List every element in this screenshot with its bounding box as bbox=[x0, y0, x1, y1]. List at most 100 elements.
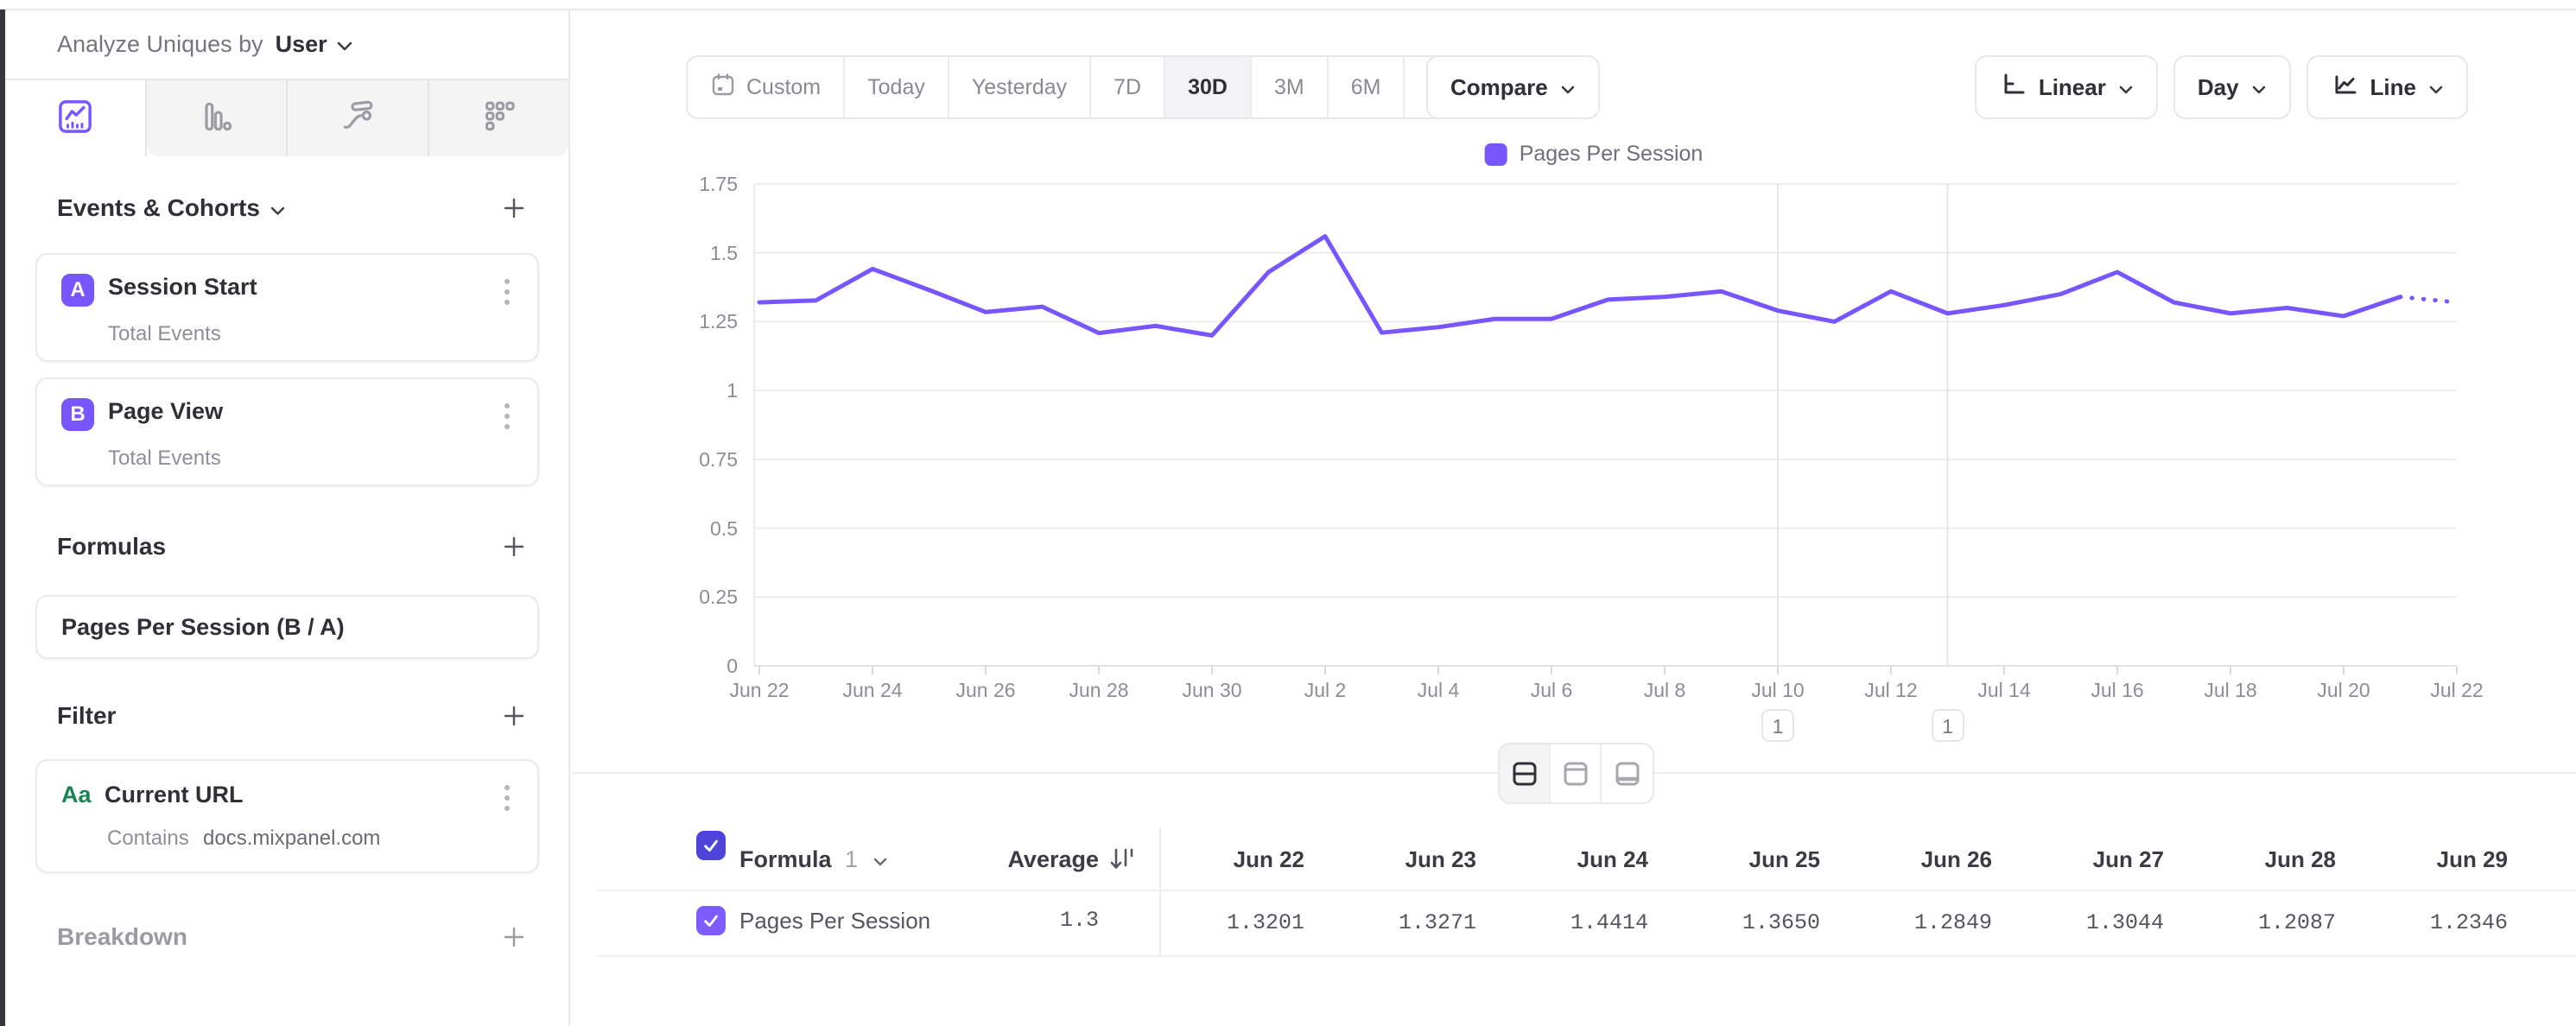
formulas-section-title: Formulas bbox=[57, 533, 166, 560]
event-letter-badge: A bbox=[61, 274, 94, 307]
x-axis-tick-label: Jul 22 bbox=[2396, 677, 2517, 703]
compare-button[interactable]: Compare bbox=[1426, 55, 1600, 119]
retention-icon bbox=[479, 98, 517, 140]
analyze-uniques-label: Analyze Uniques by bbox=[57, 31, 263, 58]
table-date-header[interactable]: Jun 23 bbox=[1338, 842, 1476, 877]
formula-header[interactable]: Formula 1 bbox=[739, 842, 887, 877]
analyze-header: Analyze Uniques by User bbox=[5, 10, 568, 80]
event-letter-badge: B bbox=[61, 398, 94, 431]
tab-insights[interactable] bbox=[5, 80, 147, 156]
event-measure[interactable]: Total Events bbox=[108, 446, 221, 471]
x-axis-tick-label: Jul 18 bbox=[2170, 677, 2291, 703]
date-range-today[interactable]: Today bbox=[845, 57, 949, 117]
y-axis-tick-label: 0.25 bbox=[636, 583, 738, 611]
scale-dropdown[interactable]: Linear bbox=[1975, 55, 2158, 119]
tab-retention[interactable] bbox=[429, 80, 569, 156]
table-date-header[interactable]: Jun 26 bbox=[1854, 842, 1992, 877]
x-axis-tick-label: Jul 4 bbox=[1378, 677, 1499, 703]
date-range-30d[interactable]: 30D bbox=[1165, 57, 1252, 117]
date-range-label: Yesterday bbox=[972, 75, 1067, 100]
event-card[interactable]: BPage ViewTotal Events bbox=[35, 377, 539, 486]
add-event-button[interactable] bbox=[501, 195, 527, 221]
formulas-section-header: Formulas bbox=[35, 529, 539, 564]
annotation-badge[interactable]: 1 bbox=[1761, 709, 1794, 742]
legend-swatch bbox=[1485, 143, 1507, 166]
interval-dropdown[interactable]: Day bbox=[2173, 55, 2291, 119]
query-builder-sidebar: Analyze Uniques by User Events & Cohorts… bbox=[5, 10, 570, 1026]
kebab-menu-icon[interactable] bbox=[501, 400, 513, 433]
filter-cards: AaCurrent URLContainsdocs.mixpanel.com bbox=[35, 759, 539, 873]
table-date-header[interactable]: Jun 25 bbox=[1682, 842, 1820, 877]
x-axis-tick-label: Jul 2 bbox=[1265, 677, 1386, 703]
breakdown-title-text: Breakdown bbox=[57, 923, 187, 951]
filter-title-text: Filter bbox=[57, 702, 116, 730]
scale-label: Linear bbox=[2039, 74, 2106, 101]
sort-icon[interactable] bbox=[1108, 846, 1138, 877]
x-axis-tick-label: Jul 14 bbox=[1944, 677, 2065, 703]
filter-operator[interactable]: Contains bbox=[107, 826, 189, 851]
chart-type-dropdown[interactable]: Line bbox=[2306, 55, 2468, 119]
date-range-yesterday[interactable]: Yesterday bbox=[949, 57, 1091, 117]
table-date-header[interactable]: Jun 28 bbox=[2198, 842, 2336, 877]
series-line-incomplete bbox=[2401, 297, 2458, 302]
series-checkbox[interactable] bbox=[696, 906, 726, 935]
filter-card[interactable]: AaCurrent URLContainsdocs.mixpanel.com bbox=[35, 759, 539, 873]
mixpanel-insights-report: Analyze Uniques by User Events & Cohorts… bbox=[0, 0, 2576, 1026]
layout-table-button[interactable] bbox=[1602, 744, 1653, 802]
table-cell-value: 1.4414 bbox=[1501, 906, 1648, 940]
sidebar-body: Events & Cohorts A Session Start Total Eve… bbox=[5, 191, 568, 954]
date-range-control: CustomTodayYesterday7D30D3M6M12M bbox=[686, 55, 1494, 119]
date-range-label: 7D bbox=[1114, 75, 1141, 100]
add-formula-button[interactable] bbox=[501, 534, 527, 560]
event-name: Session Start bbox=[108, 274, 257, 301]
date-range-custom[interactable]: Custom bbox=[688, 57, 845, 117]
events-section-title[interactable]: Events & Cohorts bbox=[57, 194, 285, 222]
add-filter-button[interactable] bbox=[501, 703, 527, 729]
date-range-6m[interactable]: 6M bbox=[1329, 57, 1405, 117]
date-range-7d[interactable]: 7D bbox=[1091, 57, 1165, 117]
series-line bbox=[759, 237, 2401, 336]
analyze-by-dropdown[interactable]: User bbox=[276, 31, 353, 58]
linear-scale-icon bbox=[1999, 71, 2027, 104]
x-axis-tick-label: Jul 8 bbox=[1604, 677, 1725, 703]
annotation-badge[interactable]: 1 bbox=[1932, 709, 1964, 742]
table-cell-value: 1.3044 bbox=[2017, 906, 2164, 940]
average-column-header[interactable]: Average bbox=[881, 842, 1099, 877]
kebab-menu-icon[interactable] bbox=[501, 782, 513, 814]
table-date-header[interactable]: Jun 22 bbox=[1166, 842, 1304, 877]
kebab-menu-icon[interactable] bbox=[501, 276, 513, 308]
chart-controls: Linear Day Line bbox=[1975, 55, 2468, 119]
event-measure[interactable]: Total Events bbox=[108, 322, 221, 346]
formulas-title-text: Formulas bbox=[57, 533, 166, 560]
x-axis-tick-label: Jul 16 bbox=[2057, 677, 2178, 703]
table-date-header[interactable]: Jun 27 bbox=[2026, 842, 2164, 877]
formula-cards: Pages Per Session (B / A) bbox=[35, 595, 539, 659]
layout-split-button[interactable] bbox=[1500, 744, 1551, 802]
chevron-down-icon bbox=[270, 194, 285, 222]
date-range-3m[interactable]: 3M bbox=[1252, 57, 1329, 117]
add-breakdown-button[interactable] bbox=[501, 924, 527, 950]
tab-flow[interactable] bbox=[288, 80, 429, 156]
x-axis-tick-label: Jul 6 bbox=[1491, 677, 1612, 703]
select-all-checkbox[interactable] bbox=[696, 831, 726, 860]
chart-legend[interactable]: Pages Per Session bbox=[1485, 142, 1704, 167]
insights-icon bbox=[56, 98, 94, 140]
y-axis-tick-label: 0 bbox=[636, 652, 738, 680]
filter-value[interactable]: docs.mixpanel.com bbox=[203, 826, 380, 851]
breakdown-section-title: Breakdown bbox=[57, 923, 187, 951]
table-date-header[interactable]: Jun 24 bbox=[1510, 842, 1648, 877]
event-card[interactable]: A Session Start Total Events bbox=[35, 253, 539, 362]
table-cell-value: 1.2849 bbox=[1845, 906, 1992, 940]
x-axis-tick-label: Jun 30 bbox=[1152, 677, 1272, 703]
table-cell-value: 1.2087 bbox=[2189, 906, 2336, 940]
table-date-header[interactable]: Jun 29 bbox=[2370, 842, 2508, 877]
tab-bar-chart[interactable] bbox=[147, 80, 289, 156]
average-label: Average bbox=[1007, 846, 1099, 872]
x-axis-tick-label: Jun 24 bbox=[812, 677, 933, 703]
string-property-icon: Aa bbox=[61, 782, 92, 808]
analyze-by-value: User bbox=[276, 31, 327, 58]
layout-chart-button[interactable] bbox=[1551, 744, 1602, 802]
formula-card[interactable]: Pages Per Session (B / A) bbox=[35, 595, 539, 659]
x-axis-tick-label: Jul 12 bbox=[1830, 677, 1951, 703]
events-section-header: Events & Cohorts bbox=[35, 191, 539, 225]
